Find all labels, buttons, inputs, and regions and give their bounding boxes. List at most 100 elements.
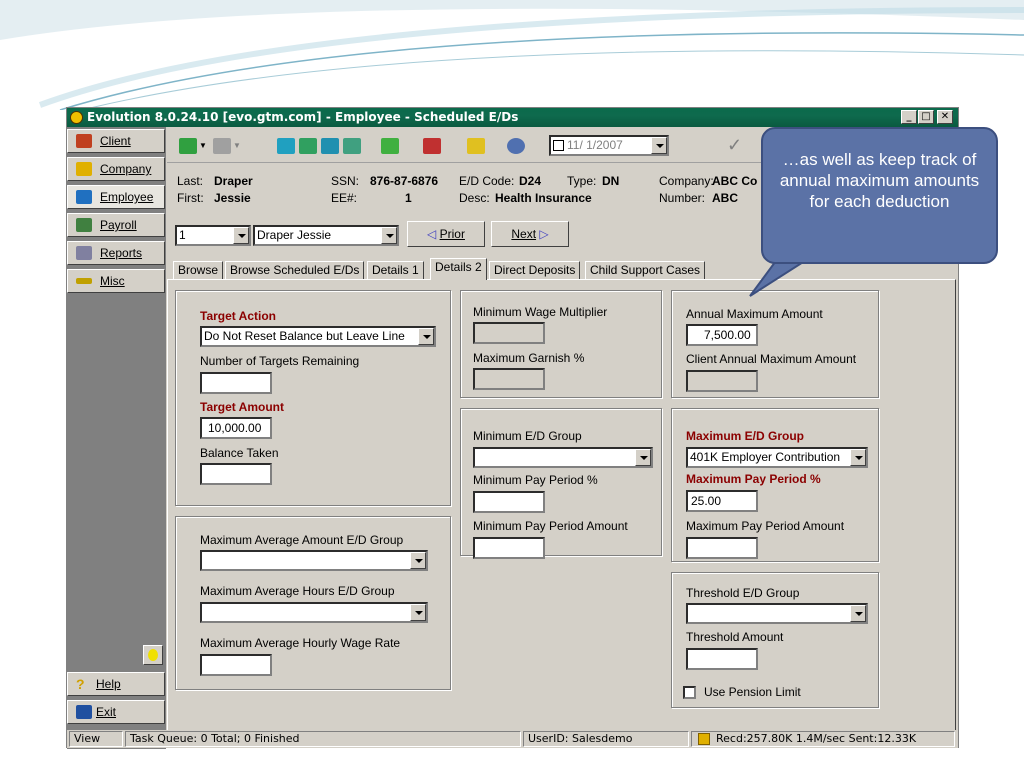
targets-remaining-field[interactable] — [200, 372, 272, 394]
last-name: Draper — [214, 174, 253, 188]
close-button[interactable]: ✕ — [937, 110, 953, 124]
window-title: Evolution 8.0.24.10 [evo.gtm.com] - Empl… — [87, 110, 519, 124]
post-icon[interactable]: ✓ — [727, 135, 742, 156]
status-view[interactable]: View — [69, 731, 123, 747]
date-dropdown-button[interactable] — [651, 137, 667, 154]
ee-number-select[interactable]: 1 — [175, 225, 251, 246]
history-icon[interactable] — [507, 138, 525, 154]
next-button[interactable]: Next ▷ — [491, 221, 569, 247]
max-avg-rate-field[interactable] — [200, 654, 272, 676]
company-icon — [76, 162, 92, 176]
max-ed-group-select[interactable]: 401K Employer Contribution — [686, 447, 868, 468]
ee-name-dropdown-button[interactable] — [381, 227, 397, 244]
target-action-dropdown-button[interactable] — [418, 328, 434, 345]
sort-icon[interactable] — [321, 138, 339, 154]
status-task-queue: Task Queue: 0 Total; 0 Finished — [125, 731, 521, 747]
tab-browse[interactable]: Browse — [173, 261, 224, 280]
target-action-select[interactable]: Do Not Reset Balance but Leave Line — [200, 326, 436, 347]
print-icon[interactable] — [467, 138, 485, 154]
first-label: First: — [177, 191, 204, 205]
desc-label: Desc: — [459, 191, 490, 205]
minimize-button[interactable]: _ — [901, 110, 917, 124]
dropdown-arrow-icon-2[interactable]: ▼ — [233, 141, 241, 150]
number-value: ABC — [712, 191, 738, 205]
delete-icon[interactable] — [213, 138, 231, 154]
desc-value: Health Insurance — [495, 191, 592, 205]
max-garnish-field[interactable] — [473, 368, 545, 390]
nav-payroll[interactable]: Payroll — [67, 213, 165, 237]
max-pay-period-pct-field[interactable]: 25.00 — [686, 490, 758, 512]
nav-exit[interactable]: Exit — [67, 700, 165, 724]
max-avg-amount-label: Maximum Average Amount E/D Group — [200, 533, 404, 547]
client-icon — [76, 134, 92, 148]
threshold-amount-label: Threshold Amount — [686, 630, 784, 644]
target-group: Target Action Do Not Reset Balance but L… — [175, 290, 451, 506]
threshold-group: Threshold E/D Group Threshold Amount Use… — [671, 572, 879, 708]
max-avg-amount-dropdown-button[interactable] — [410, 552, 426, 569]
max-avg-rate-label: Maximum Average Hourly Wage Rate — [200, 636, 401, 650]
ee-name-select[interactable]: Draper Jessie — [253, 225, 399, 246]
tip-button[interactable] — [143, 645, 163, 665]
dropdown-arrow-icon[interactable]: ▼ — [199, 141, 207, 150]
ee-number-dropdown-button[interactable] — [233, 227, 249, 244]
max-avg-hours-dropdown-button[interactable] — [410, 604, 426, 621]
annual-max-field[interactable]: 7,500.00 — [686, 324, 758, 346]
upload-icon[interactable] — [299, 138, 317, 154]
nav-company[interactable]: Company — [67, 157, 165, 181]
status-stats: Recd:257.80K 1.4M/sec Sent:12.33K — [691, 731, 955, 747]
tab-details-1[interactable]: Details 1 — [367, 261, 424, 280]
max-avg-hours-select[interactable] — [200, 602, 428, 623]
tab-details-2[interactable]: Details 2 — [430, 258, 487, 280]
lock-icon — [698, 733, 710, 745]
min-wage-mult-field[interactable] — [473, 322, 545, 344]
nav-misc[interactable]: Misc — [67, 269, 165, 293]
min-pay-period-pct-field[interactable] — [473, 491, 545, 513]
date-checkbox[interactable] — [553, 140, 564, 151]
nav-client[interactable]: Client — [67, 129, 165, 153]
min-ed-group-select[interactable] — [473, 447, 653, 468]
reports-icon — [76, 246, 92, 260]
tab-browse-scheduled[interactable]: Browse Scheduled E/Ds — [225, 261, 365, 280]
min-ed-group-dropdown-button[interactable] — [635, 449, 651, 466]
number-label: Number: — [659, 191, 706, 205]
max-avg-amount-select[interactable] — [200, 550, 428, 571]
company-label: Company: — [659, 174, 714, 188]
nav-help[interactable]: ? Help — [67, 672, 165, 696]
min-pay-period-amt-label: Minimum Pay Period Amount — [473, 519, 628, 533]
threshold-group-dropdown-button[interactable] — [850, 605, 866, 622]
next-arrow-icon: ▷ — [536, 227, 549, 241]
client-annual-max-field[interactable] — [686, 370, 758, 392]
filter-icon[interactable] — [277, 138, 295, 154]
cancel-changes-icon[interactable] — [423, 138, 441, 154]
pension-limit-checkbox[interactable] — [683, 686, 696, 699]
nav-reports-label: Reports — [100, 246, 143, 260]
edcode-label: E/D Code: — [459, 174, 515, 188]
min-pay-period-amt-field[interactable] — [473, 537, 545, 559]
maximize-button[interactable]: □ — [918, 110, 934, 124]
add-icon[interactable] — [381, 138, 399, 154]
targets-remaining-label: Number of Targets Remaining — [200, 354, 360, 368]
min-ed-group: Minimum E/D Group Minimum Pay Period % M… — [460, 408, 662, 559]
target-amount-field[interactable]: 10,000.00 — [200, 417, 272, 439]
date-picker[interactable]: 11/ 1/2007 — [549, 135, 669, 156]
nav-reports[interactable]: Reports — [67, 241, 165, 265]
threshold-group-select[interactable] — [686, 603, 868, 624]
prior-button[interactable]: ◁ Prior — [407, 221, 485, 247]
company-value: ABC Co — [712, 174, 758, 188]
balance-taken-field[interactable] — [200, 463, 272, 485]
details-2-page: Target Action Do Not Reset Balance but L… — [167, 279, 956, 733]
nav-employee[interactable]: Employee — [67, 185, 165, 209]
insert-icon[interactable] — [179, 138, 197, 154]
tab-direct-deposits[interactable]: Direct Deposits — [489, 261, 581, 280]
ee-label: EE#: — [331, 191, 358, 205]
employee-icon — [76, 190, 92, 204]
max-pay-period-pct-label: Maximum Pay Period % — [686, 472, 821, 486]
max-ed-group-value: 401K Employer Contribution — [690, 450, 841, 464]
type-value: DN — [602, 174, 620, 188]
tab-child-support[interactable]: Child Support Cases — [585, 261, 706, 280]
max-ed-group-dropdown-button[interactable] — [850, 449, 866, 466]
threshold-amount-field[interactable] — [686, 648, 758, 670]
refresh-icon[interactable] — [343, 138, 361, 154]
max-pay-period-amt-field[interactable] — [686, 537, 758, 559]
nav-help-label: Help — [96, 677, 121, 691]
